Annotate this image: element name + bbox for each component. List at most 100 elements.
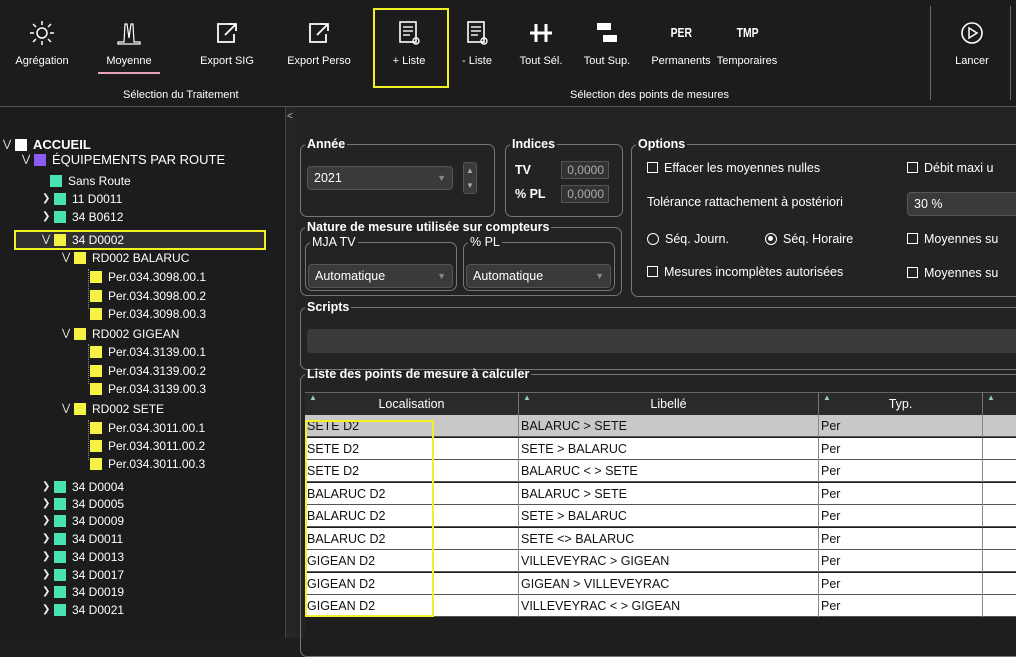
tolerance-combo[interactable]: 30 % [907,192,1016,216]
annee-combo[interactable]: 2021 ▼ [307,166,453,190]
collapsed-chevron-icon[interactable]: ❯ [42,584,54,600]
collapsed-chevron-icon[interactable]: ❯ [42,531,54,547]
moyennes-checkbox-1[interactable]: Moyennes su [907,232,998,246]
column-header-extra[interactable]: ▲ [983,393,1016,415]
table-cell: Per [821,509,841,523]
effacer-label: Effacer les moyennes nulles [664,161,821,175]
column-divider [982,437,983,460]
collapsed-chevron-icon[interactable]: ❯ [42,513,54,529]
tv-value[interactable]: 0,0000 [561,161,609,179]
node-label: RD002 GIGEAN [92,327,180,341]
node-color-square [15,139,27,151]
table-cell: BALARUC > SETE [521,486,627,501]
node-color-square [54,498,66,510]
sort-icon: ▲ [987,393,995,402]
permanents-button[interactable]: PER Permanents [646,6,716,67]
expanded-chevron-icon[interactable]: ⋁ [62,250,74,266]
delete-all-icon [597,23,617,42]
node-color-square [54,586,66,598]
table-cell: SETE > BALARUC [521,441,627,456]
collapsed-chevron-icon[interactable]: ❯ [42,191,54,207]
debit-checkbox[interactable]: Débit maxi u [907,161,993,175]
seq-journ-label: Séq. Journ. [665,232,729,246]
moyenne-button[interactable]: Moyenne [94,6,164,67]
node-color-square [54,551,66,563]
node-color-square [74,328,86,340]
collapse-chevron-icon[interactable]: < [287,111,293,122]
node-color-square [50,175,62,187]
node-label: Per.034.3139.00.3 [108,382,207,396]
column-divider [818,437,819,460]
column-divider [518,460,519,482]
pl-value[interactable]: 0,0000 [561,185,609,203]
select-all-icon [530,24,552,42]
table-cell: VILLEVEYRAC > GIGEAN [521,554,670,568]
export-perso-button[interactable]: Export Perso [284,6,354,67]
panel-splitter[interactable]: < [285,107,295,638]
expanded-chevron-icon[interactable]: ⋁ [22,152,34,168]
table-cell: SETE > BALARUC [521,509,627,523]
seq-horaire-radio[interactable]: Séq. Horaire [765,232,853,246]
seq-journ-radio[interactable]: Séq. Journ. [647,232,729,246]
node-label: Sans Route [68,174,131,188]
tout-selectionner-button[interactable]: Tout Sél. [506,6,576,67]
collapsed-chevron-icon[interactable]: ❯ [42,549,54,565]
export-sig-button[interactable]: Export SIG [192,6,262,67]
moyennes-checkbox-2[interactable]: Moyennes su [907,266,998,280]
column-divider [818,482,819,505]
checkbox-box[interactable] [647,266,658,277]
node-color-square [90,346,102,358]
options-legend: Options [638,137,686,151]
checkbox-box[interactable] [907,267,918,278]
column-divider [818,595,819,617]
incompletes-checkbox[interactable]: Mesures incomplètes autorisées [647,265,843,279]
expanded-chevron-icon[interactable]: ⋁ [3,137,15,153]
table-cell: Per [821,464,841,478]
annee-spinner[interactable]: ▲ ▼ [463,162,477,194]
column-header-type[interactable]: ▲ Typ. [819,393,983,415]
node-label: 34 D0019 [72,585,125,599]
chevron-down-icon: ▼ [437,271,446,281]
collapsed-chevron-icon[interactable]: ❯ [42,567,54,583]
pl-legend: % PL [470,235,500,249]
node-label: 34 D0004 [72,480,125,494]
checkbox-box[interactable] [907,233,918,244]
pl-combo[interactable]: Automatique ▼ [466,264,611,288]
expanded-chevron-icon[interactable]: ⋁ [62,401,74,417]
column-divider [818,527,819,550]
column-header-libelle[interactable]: ▲ Libellé [519,393,819,415]
column-divider [982,505,983,527]
node-color-square [54,193,66,205]
mja-combo[interactable]: Automatique ▼ [308,264,453,288]
tout-supprimer-button[interactable]: Tout Sup. [572,6,642,67]
spin-down-icon[interactable]: ▼ [464,178,476,193]
collapsed-chevron-icon[interactable]: ❯ [42,602,54,618]
tree-connector [88,269,89,309]
ribbon-separator [930,6,931,100]
retirer-liste-button[interactable]: - Liste [442,6,512,67]
scripts-input[interactable] [307,329,1016,353]
lancer-button[interactable]: Lancer [937,6,1007,67]
radio-button[interactable] [647,233,659,245]
node-label: 11 D0011 [72,192,123,206]
expanded-chevron-icon[interactable]: ⋁ [62,326,74,342]
spin-up-icon[interactable]: ▲ [464,163,476,178]
column-header-localisation[interactable]: ▲ Localisation [305,393,519,415]
checkbox-box[interactable] [907,162,918,173]
collapsed-chevron-icon[interactable]: ❯ [42,209,54,225]
effacer-checkbox[interactable]: Effacer les moyennes nulles [647,161,820,175]
node-color-square [74,252,86,264]
agregation-button[interactable]: Agrégation [7,6,77,67]
moyenne-label: Moyenne [94,55,164,74]
temporaires-button[interactable]: TMP Temporaires [712,6,782,67]
radio-button[interactable] [765,233,777,245]
highlight-34-d0002 [14,230,266,250]
checkbox-box[interactable] [647,162,658,173]
temporaires-icon: TMP [736,25,759,40]
chevron-down-icon: ▼ [437,173,446,183]
collapsed-chevron-icon[interactable]: ❯ [42,496,54,512]
column-divider [518,437,519,460]
column-divider [518,505,519,527]
node-color-square [90,422,102,434]
collapsed-chevron-icon[interactable]: ❯ [42,479,54,495]
